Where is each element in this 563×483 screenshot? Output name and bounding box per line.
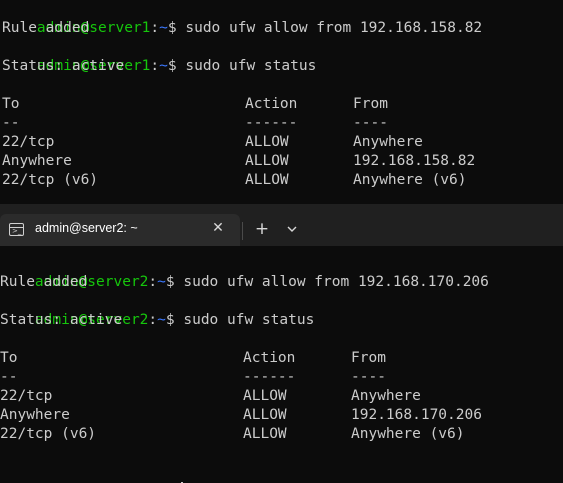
- header-to: To: [2, 96, 20, 112]
- rule-to: 22/tcp: [2, 134, 55, 150]
- tab-title: admin@server2: ~: [35, 221, 138, 235]
- rule-to: 22/tcp: [0, 388, 53, 404]
- chevron-down-icon[interactable]: [282, 219, 302, 239]
- separator-to: --: [2, 115, 20, 131]
- header-action: Action: [245, 96, 298, 112]
- prompt-path: ~: [159, 58, 168, 74]
- command-line: admin@server2:~$ sudo ufw allow from 192…: [0, 254, 489, 290]
- rule-action: ALLOW: [245, 134, 289, 150]
- tab-server2[interactable]: >_ admin@server2: ~ ✕: [0, 214, 240, 246]
- prompt-colon: :: [148, 274, 158, 290]
- command-line: admin@server2:~$ sudo ufw status: [0, 292, 314, 328]
- terminal-pane-server1[interactable]: admin@server1:~$ sudo ufw allow from 192…: [0, 0, 563, 204]
- rule-from: 192.168.170.206: [351, 407, 482, 423]
- rule-to: Anywhere: [2, 153, 72, 169]
- prompt-colon: :: [148, 312, 158, 328]
- prompt-dollar: $: [167, 20, 177, 36]
- command-line: admin@server1:~$ sudo ufw status: [2, 38, 316, 74]
- command-text: sudo ufw allow from 192.168.170.206: [174, 274, 489, 290]
- rule-from: 192.168.158.82: [353, 153, 476, 169]
- prompt-dollar: $: [165, 274, 175, 290]
- rule-to: 22/tcp (v6): [2, 172, 99, 188]
- header-to: To: [0, 350, 18, 366]
- rule-to: Anywhere: [0, 407, 70, 423]
- command-text: sudo ufw allow from 192.168.158.82: [176, 20, 483, 36]
- close-icon[interactable]: ✕: [208, 218, 228, 238]
- rule-action: ALLOW: [243, 407, 287, 423]
- rule-from: Anywhere: [351, 388, 421, 404]
- prompt-dollar: $: [165, 312, 175, 328]
- header-from: From: [353, 96, 388, 112]
- rule-from: Anywhere: [353, 134, 423, 150]
- separator-from: ----: [351, 369, 386, 385]
- prompt-path: ~: [157, 312, 166, 328]
- output-line: Rule added: [0, 274, 88, 290]
- status-line: Status: active: [0, 312, 123, 328]
- terminal-pane-server2[interactable]: admin@server2:~$ sudo ufw allow from 192…: [0, 246, 563, 483]
- rule-action: ALLOW: [243, 426, 287, 442]
- rule-action: ALLOW: [245, 172, 289, 188]
- tab-strip: >_ admin@server2: ~ ✕ +: [0, 204, 563, 246]
- command-line: admin@server1:~$ sudo ufw allow from 192…: [2, 0, 482, 36]
- separator-to: --: [0, 369, 18, 385]
- tab-divider: [242, 222, 243, 240]
- separator-action: ------: [243, 369, 296, 385]
- prompt-colon: :: [150, 58, 160, 74]
- rule-action: ALLOW: [245, 153, 289, 169]
- command-text: sudo ufw status: [176, 58, 317, 74]
- output-line: Rule added: [2, 20, 90, 36]
- status-line: Status: active: [2, 58, 125, 74]
- header-from: From: [351, 350, 386, 366]
- prompt-dollar: $: [167, 58, 177, 74]
- header-action: Action: [243, 350, 296, 366]
- terminal-icon: >_: [9, 223, 24, 236]
- command-text: sudo ufw status: [174, 312, 315, 328]
- rule-from: Anywhere (v6): [353, 172, 467, 188]
- separator-action: ------: [245, 115, 298, 131]
- active-prompt-line[interactable]: admin@server2:~$: [0, 463, 183, 483]
- rule-from: Anywhere (v6): [351, 426, 465, 442]
- rule-to: 22/tcp (v6): [0, 426, 97, 442]
- rule-action: ALLOW: [243, 388, 287, 404]
- prompt-path: ~: [157, 274, 166, 290]
- separator-from: ----: [353, 115, 388, 131]
- prompt-colon: :: [150, 20, 160, 36]
- prompt-path: ~: [159, 20, 168, 36]
- new-tab-button[interactable]: +: [251, 218, 273, 240]
